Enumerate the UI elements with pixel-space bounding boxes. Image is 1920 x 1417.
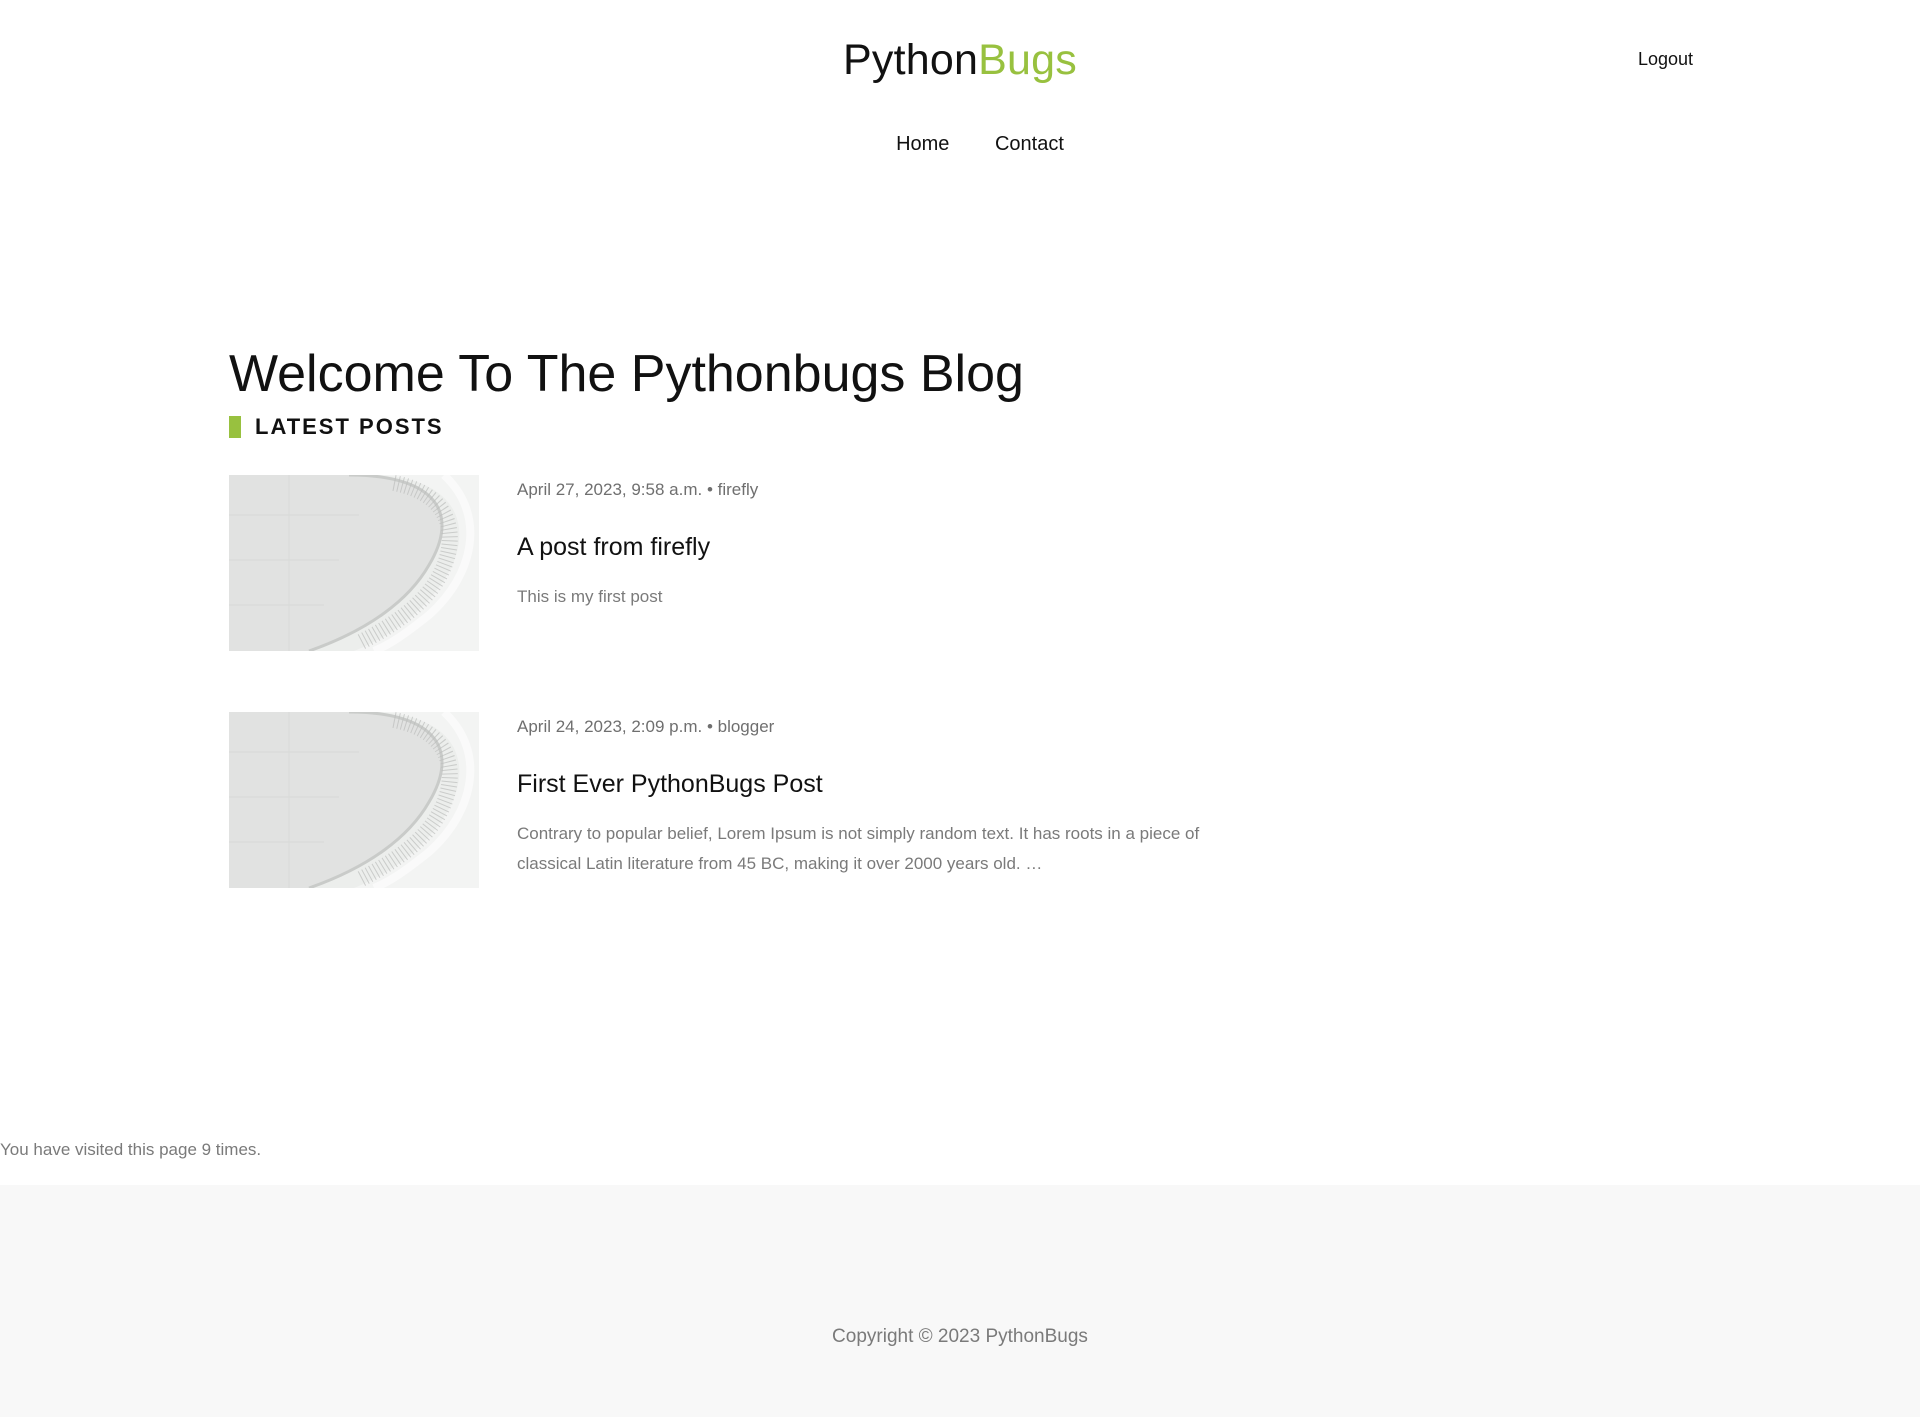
- nav-item-contact[interactable]: Contact: [995, 131, 1064, 157]
- post-thumbnail[interactable]: [229, 475, 479, 651]
- site-footer: Copyright © 2023 PythonBugs: [0, 1185, 1920, 1417]
- post-title-link[interactable]: A post from firefly: [517, 532, 1217, 562]
- main-content: Welcome To The Pythonbugs Blog LATEST PO…: [229, 340, 1249, 888]
- page-title: Welcome To The Pythonbugs Blog: [229, 345, 1024, 403]
- logout-link[interactable]: Logout: [1638, 48, 1693, 70]
- section-heading: LATEST POSTS: [229, 412, 1249, 442]
- post-item: April 27, 2023, 9:58 a.m. • firefly A po…: [229, 475, 1249, 651]
- visit-counter: You have visited this page 9 times.: [0, 1140, 262, 1159]
- staircase-image-icon: [229, 475, 479, 651]
- logo-text-python: Python: [843, 36, 979, 84]
- post-excerpt: This is my first post: [517, 587, 663, 606]
- site-logo: PythonBugs: [0, 34, 1920, 86]
- post-meta: April 24, 2023, 2:09 p.m. • blogger: [517, 717, 775, 736]
- logo-link[interactable]: PythonBugs: [843, 34, 1077, 86]
- logo-text-bugs: Bugs: [978, 36, 1077, 84]
- section-label: LATEST POSTS: [255, 414, 444, 439]
- post-excerpt: Contrary to popular belief, Lorem Ipsum …: [517, 824, 1200, 873]
- staircase-image-icon: [229, 712, 479, 888]
- post-body: April 27, 2023, 9:58 a.m. • firefly A po…: [517, 475, 1217, 651]
- main-nav: Home Contact: [0, 131, 1920, 157]
- post-item: April 24, 2023, 2:09 p.m. • blogger Firs…: [229, 712, 1249, 888]
- post-meta: April 27, 2023, 9:58 a.m. • firefly: [517, 480, 759, 499]
- post-body: April 24, 2023, 2:09 p.m. • blogger Firs…: [517, 712, 1217, 888]
- site-header: PythonBugs Logout Home Contact: [0, 0, 1920, 200]
- nav-item-home[interactable]: Home: [896, 131, 949, 157]
- section-accent-bar: [229, 416, 241, 438]
- copyright-text: Copyright © 2023 PythonBugs: [832, 1326, 1088, 1347]
- post-thumbnail[interactable]: [229, 712, 479, 888]
- post-title-link[interactable]: First Ever PythonBugs Post: [517, 769, 1217, 799]
